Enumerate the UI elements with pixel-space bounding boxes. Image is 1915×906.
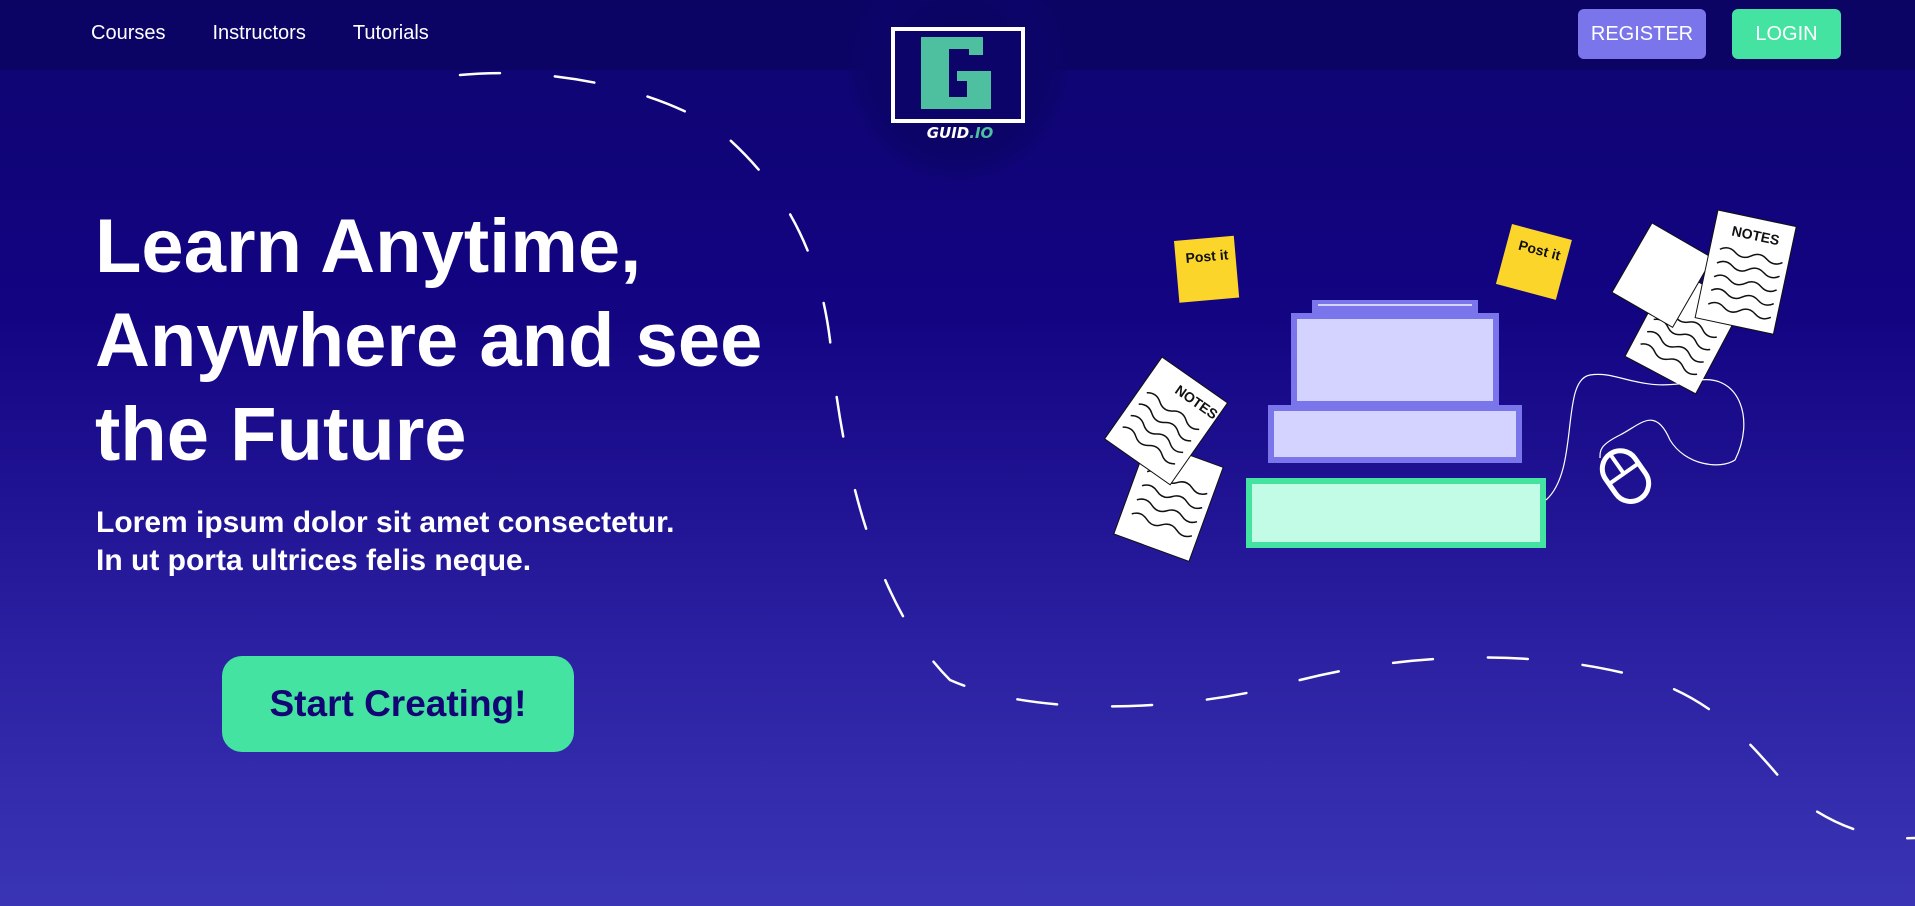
hero-illustration: Post it Post it NOTES NOTES xyxy=(458,71,1915,840)
postit-note-icon: Post it xyxy=(1174,235,1240,303)
postit-note-icon: Post it xyxy=(1495,224,1572,300)
mouse-icon xyxy=(1599,448,1652,504)
notes-paper-icon: NOTES xyxy=(1694,209,1797,335)
stacked-blocks-illustration xyxy=(1246,300,1546,548)
